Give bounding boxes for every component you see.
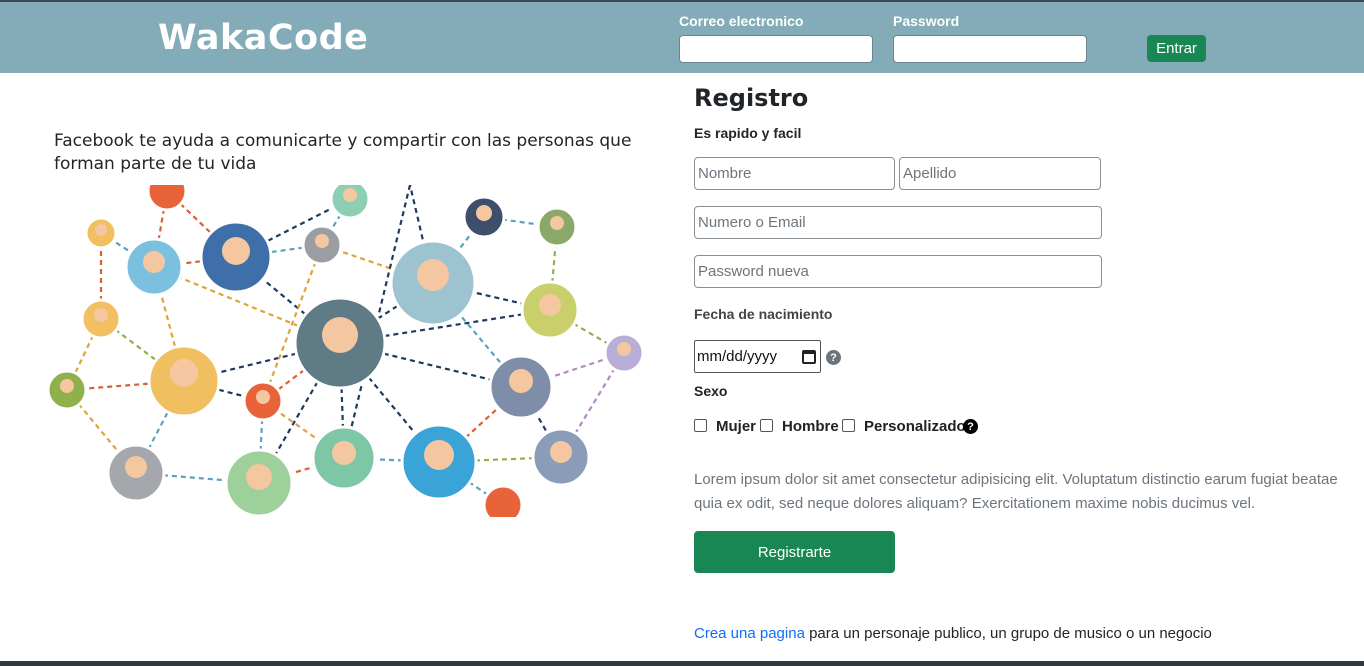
top-navbar: WakaCode Correo electronico Password Ent… (0, 2, 1364, 73)
password-label: Password (893, 13, 960, 29)
login-button[interactable]: Entrar (1147, 35, 1206, 62)
register-title: Registro (694, 84, 809, 112)
sex-option-personalizado-checkbox[interactable] (842, 419, 855, 432)
new-password-input[interactable] (694, 255, 1102, 288)
login-password-input[interactable] (893, 35, 1087, 63)
sex-option-hombre-label: Hombre (782, 418, 839, 435)
birthdate-label: Fecha de nacimiento (694, 306, 833, 322)
create-page-link[interactable]: Crea una pagina (694, 625, 805, 642)
sex-option-personalizado-label: Personalizado (864, 418, 966, 435)
social-network-illustration (44, 185, 648, 517)
window-bottom-border (0, 661, 1364, 666)
login-email-input[interactable] (679, 35, 873, 63)
sex-help-icon[interactable]: ? (963, 419, 978, 434)
sex-label: Sexo (694, 383, 728, 399)
calendar-icon[interactable] (802, 349, 816, 364)
last-name-input[interactable] (899, 157, 1101, 190)
contact-input[interactable] (694, 206, 1102, 239)
terms-text: Lorem ipsum dolor sit amet consectetur a… (694, 471, 1338, 512)
sex-option-mujer-checkbox[interactable] (694, 419, 707, 432)
network-graphic (46, 185, 645, 517)
birthdate-help-icon[interactable]: ? (826, 350, 841, 365)
hero-tagline: Facebook te ayuda a comunicarte y compar… (54, 131, 632, 174)
sex-option-hombre-checkbox[interactable] (760, 419, 773, 432)
register-button[interactable]: Registrarte (694, 531, 895, 573)
register-subtitle: Es rapido y facil (694, 125, 802, 141)
email-label: Correo electronico (679, 13, 804, 29)
brand-logo[interactable]: WakaCode (158, 18, 368, 58)
birthdate-input[interactable]: mm/dd/yyyy (694, 340, 821, 373)
sex-option-mujer-label: Mujer (716, 418, 757, 435)
create-page-footer: Crea una pagina para un personaje public… (694, 625, 1212, 642)
first-name-input[interactable] (694, 157, 895, 190)
create-page-text: para un personaje publico, un grupo de m… (804, 625, 1212, 642)
birthdate-placeholder: mm/dd/yyyy (697, 348, 778, 365)
